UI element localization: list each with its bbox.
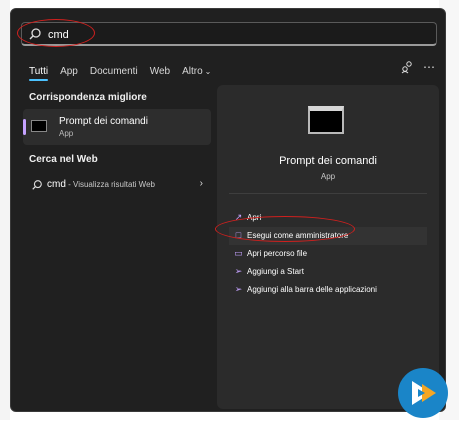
search-icon xyxy=(29,28,41,40)
cmd-app-icon xyxy=(31,120,47,132)
best-match-result[interactable]: Prompt dei comandi App xyxy=(23,109,211,145)
chevron-right-icon: › xyxy=(199,178,203,189)
tab-web[interactable]: Web xyxy=(150,66,170,77)
action-pin-taskbar[interactable]: ➢ Aggiungi alla barra delle applicazioni xyxy=(229,281,427,299)
tab-altro[interactable]: Altro ⌄ xyxy=(182,66,211,77)
detail-pane: Prompt dei comandi App ↗ Apri □ Esegui c… xyxy=(217,85,439,409)
folder-icon: ▭ xyxy=(234,248,243,258)
action-open-file-location[interactable]: ▭ Apri percorso file xyxy=(229,245,427,263)
action-open[interactable]: ↗ Apri xyxy=(229,209,427,227)
action-open-label: Apri xyxy=(247,213,262,222)
start-search-panel: Tutti App Documenti Web Altro⌄ ⋯ Corrisp… xyxy=(10,8,446,412)
result-type: App xyxy=(59,129,74,138)
divider xyxy=(229,193,427,194)
action-run-as-admin-label: Esegui come amministratore xyxy=(247,231,349,240)
selection-indicator xyxy=(23,119,26,135)
action-pin-start[interactable]: ➢ Aggiungi a Start xyxy=(229,263,427,281)
tab-tutti[interactable]: Tutti xyxy=(29,66,49,81)
more-icon[interactable]: ⋯ xyxy=(421,59,437,75)
search-icon xyxy=(32,180,42,190)
pin-icon: ➢ xyxy=(234,284,243,294)
web-query: cmd xyxy=(47,179,66,190)
watermark-logo xyxy=(398,368,448,418)
admin-shield-icon: □ xyxy=(235,230,242,240)
share-accounts-icon[interactable] xyxy=(399,59,415,75)
action-pin-taskbar-label: Aggiungi alla barra delle applicazioni xyxy=(247,285,377,294)
chevron-down-icon: ⌄ xyxy=(204,66,212,76)
detail-title: Prompt dei comandi xyxy=(279,155,377,167)
action-open-file-location-label: Apri percorso file xyxy=(247,249,308,258)
tab-app[interactable]: App xyxy=(60,66,78,77)
best-match-heading: Corrispondenza migliore xyxy=(29,92,147,103)
web-search-text: cmd - Visualizza risultati Web xyxy=(47,179,155,190)
action-run-as-admin[interactable]: □ Esegui come amministratore xyxy=(229,227,427,245)
action-pin-start-label: Aggiungi a Start xyxy=(247,267,304,276)
web-search-result[interactable]: cmd - Visualizza risultati Web › xyxy=(23,175,211,197)
pin-icon: ➢ xyxy=(234,266,243,276)
search-input[interactable] xyxy=(46,25,410,45)
web-suffix: - Visualizza risultati Web xyxy=(65,180,155,189)
search-box[interactable] xyxy=(21,22,437,46)
cmd-large-icon xyxy=(308,106,344,134)
background-document-left xyxy=(0,0,10,420)
result-name: Prompt dei comandi xyxy=(59,116,148,127)
filter-tabs: Tutti App Documenti Web Altro ⌄ xyxy=(29,61,223,81)
detail-type: App xyxy=(320,172,336,181)
watermark-logo-mark xyxy=(412,381,436,405)
tab-documenti[interactable]: Documenti xyxy=(90,66,138,77)
open-icon: ↗ xyxy=(234,212,243,222)
tab-altro-label: Altro xyxy=(182,65,203,77)
web-search-heading: Cerca nel Web xyxy=(29,154,98,165)
